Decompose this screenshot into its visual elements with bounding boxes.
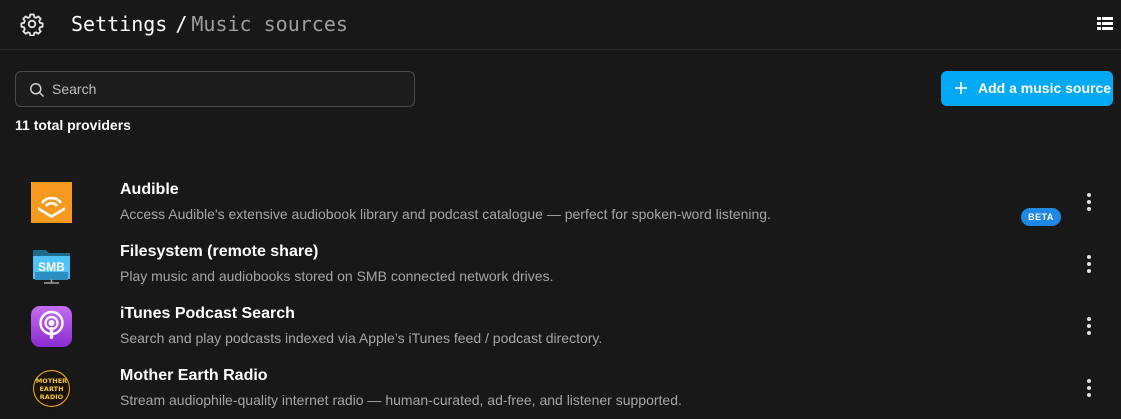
smb-folder-icon: SMB xyxy=(33,250,70,284)
top-bar: Settings / Music sources xyxy=(0,0,1121,50)
provider-row-mother-earth-radio[interactable]: MOTHER EARTH RADIO Mother Earth Radio St… xyxy=(0,356,1121,418)
more-options-icon[interactable] xyxy=(1081,316,1097,336)
provider-description: Search and play podcasts indexed via App… xyxy=(120,330,603,346)
gear-icon[interactable] xyxy=(20,12,44,36)
provider-description: Play music and audiobooks stored on SMB … xyxy=(120,268,554,284)
more-options-icon[interactable] xyxy=(1081,254,1097,274)
provider-name: Filesystem (remote share) xyxy=(120,243,319,260)
search-input[interactable] xyxy=(52,72,407,106)
svg-text:EARTH: EARTH xyxy=(39,385,63,393)
search-box xyxy=(15,71,415,107)
smb-logo-text: SMB xyxy=(38,260,65,274)
breadcrumb: Settings / Music sources xyxy=(71,11,348,37)
page-title: Music sources xyxy=(191,12,348,36)
provider-description: Access Audible's extensive audiobook lib… xyxy=(120,206,771,222)
provider-count: 11 total providers xyxy=(15,117,131,133)
svg-text:RADIO: RADIO xyxy=(40,393,64,401)
provider-name: Audible xyxy=(120,181,179,198)
list-view-icon[interactable] xyxy=(1096,15,1114,33)
search-icon xyxy=(30,83,45,98)
provider-row-audible[interactable]: Audible Access Audible's extensive audio… xyxy=(0,170,1121,232)
svg-text:MOTHER: MOTHER xyxy=(36,377,67,385)
mother-earth-radio-logo-icon: MOTHER EARTH RADIO xyxy=(31,368,72,409)
provider-row-itunes-podcast[interactable]: iTunes Podcast Search Search and play po… xyxy=(0,294,1121,356)
breadcrumb-settings[interactable]: Settings xyxy=(71,12,167,36)
provider-description: Stream audiophile-quality internet radio… xyxy=(120,392,682,408)
plus-icon xyxy=(955,82,967,94)
add-music-source-button[interactable]: Add a music source xyxy=(941,71,1113,106)
add-music-source-label: Add a music source xyxy=(978,80,1112,96)
more-options-icon[interactable] xyxy=(1081,192,1097,212)
provider-name: Mother Earth Radio xyxy=(120,367,268,384)
beta-badge: BETA xyxy=(1021,208,1061,226)
breadcrumb-separator: / xyxy=(175,12,188,36)
more-options-icon[interactable] xyxy=(1081,378,1097,398)
provider-row-filesystem-smb[interactable]: SMB Filesystem (remote share) Play music… xyxy=(0,232,1121,294)
podcasts-icon xyxy=(31,306,72,347)
provider-name: iTunes Podcast Search xyxy=(120,305,295,322)
audible-logo-icon xyxy=(31,182,72,223)
